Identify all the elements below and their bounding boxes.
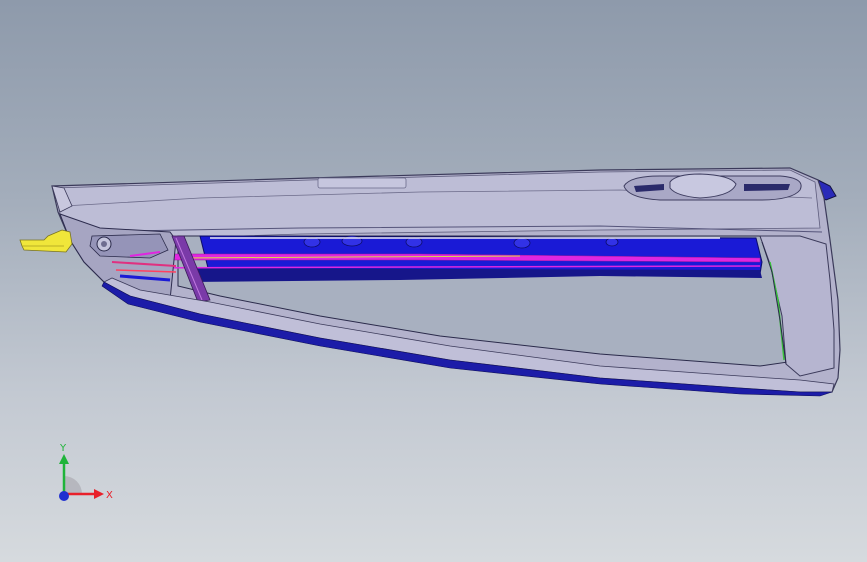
yellow-mount-tab[interactable] [19, 229, 73, 253]
x-axis-label: X [106, 490, 113, 501]
axis-triad: Y X [50, 440, 120, 510]
cad-viewport[interactable]: Y X [0, 0, 867, 562]
y-axis-label: Y [59, 443, 67, 454]
door-panel-model[interactable] [0, 0, 867, 562]
left-end-screw-inner [101, 241, 107, 247]
y-axis-arrow [59, 454, 69, 464]
handle-slot-right [744, 184, 790, 191]
top-rail-pad [317, 177, 407, 189]
z-axis-dot [59, 491, 69, 501]
x-axis-arrow [94, 489, 104, 499]
triad-arc [64, 476, 82, 494]
